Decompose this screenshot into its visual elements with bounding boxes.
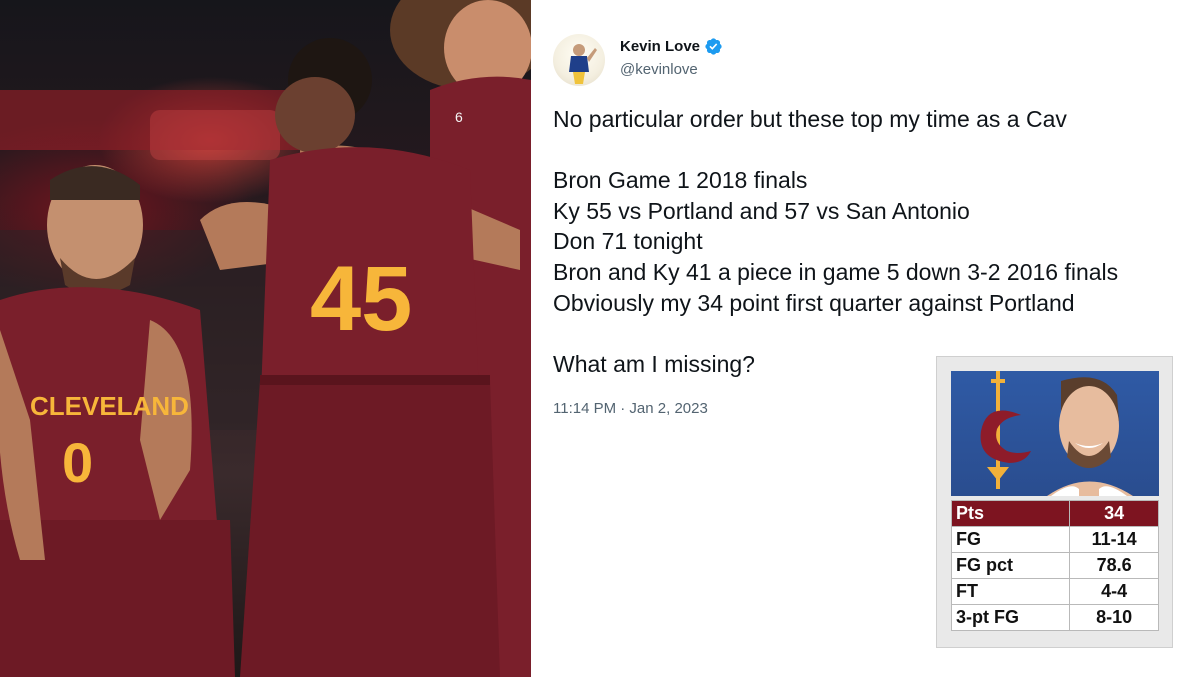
tweet-line: Ky 55 vs Portland and 57 vs San Antonio (553, 197, 970, 224)
stat-card-image[interactable]: Pts 34 FG 11-14 FG pct 78.6 FT 4-4 3-pt … (936, 356, 1173, 648)
tweet-card: Kevin Love @kevinlove No particular orde… (531, 0, 1200, 677)
author-handle[interactable]: @kevinlove (620, 61, 698, 78)
stat-row: FG pct 78.6 (950, 552, 1159, 579)
tweet-line: Obviously my 34 point first quarter agai… (553, 289, 1075, 316)
stat-label: FT (950, 578, 1071, 605)
tweet-text: No particular order but these top my tim… (553, 104, 1193, 379)
stat-row: FG 11-14 (950, 526, 1159, 553)
stat-value: 34 (1069, 500, 1159, 527)
author-name-row[interactable]: Kevin Love (620, 37, 723, 56)
tweet-line-break (553, 135, 1193, 166)
jersey-left-team: CLEVELAND (30, 391, 189, 421)
author-name[interactable]: Kevin Love (620, 38, 700, 55)
stat-header-row: Pts 34 (950, 500, 1159, 527)
tweet-line: Bron and Ky 41 a piece in game 5 down 3-… (553, 258, 1119, 285)
stat-label: FG (950, 526, 1071, 553)
stat-row: 3-pt FG 8-10 (950, 604, 1159, 631)
avatar-image (569, 44, 597, 84)
player-headshot (951, 371, 1159, 496)
stat-value: 11-14 (1069, 526, 1159, 553)
stat-value: 4-4 (1069, 578, 1159, 605)
stat-label: 3-pt FG (950, 604, 1071, 631)
tweet-line-break (553, 318, 1193, 349)
jersey-center-number: 45 (310, 248, 412, 350)
svg-text:6: 6 (455, 109, 463, 125)
headshot-illustration (980, 371, 1133, 496)
stat-row: FT 4-4 (950, 578, 1159, 605)
tweet-timestamp[interactable]: 11:14 PM · Jan 2, 2023 (553, 400, 708, 417)
stat-label: Pts (950, 500, 1071, 527)
stat-table: Pts 34 FG 11-14 FG pct 78.6 FT 4-4 3-pt … (950, 500, 1159, 631)
author-avatar[interactable] (553, 34, 605, 86)
tweet-line: Bron Game 1 2018 finals (553, 167, 808, 194)
jersey-left-number: 0 (62, 431, 93, 494)
stat-value: 8-10 (1069, 604, 1159, 631)
game-photo: 6 45 CLEVELAND 0 (0, 0, 531, 677)
celebration-illustration: 6 45 CLEVELAND 0 (0, 0, 531, 677)
tweet-line: Don 71 tonight (553, 228, 703, 255)
stat-value: 78.6 (1069, 552, 1159, 579)
verified-badge-icon (705, 38, 722, 55)
stat-label: FG pct (950, 552, 1071, 579)
tweet-line: No particular order but these top my tim… (553, 106, 1067, 132)
